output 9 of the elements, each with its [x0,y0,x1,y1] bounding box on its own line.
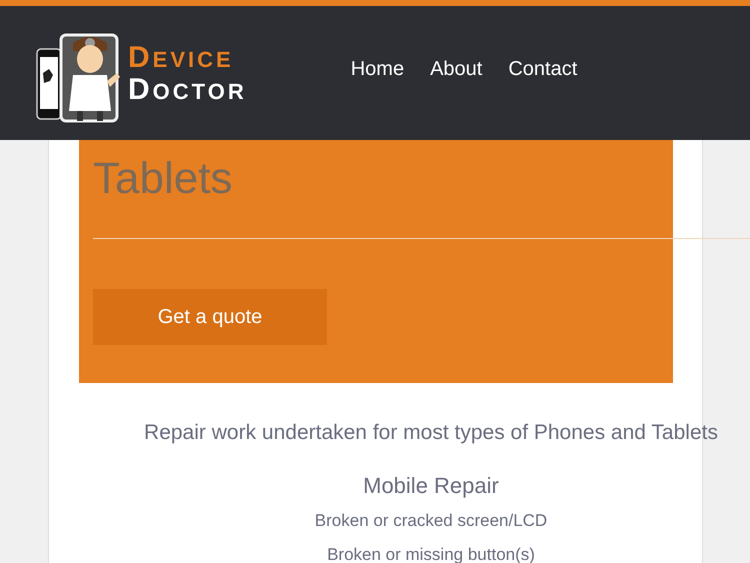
logo-text: DEVICE [128,44,235,74]
hero-heading: Tablets [93,154,234,204]
logo-text: DOCTOR [128,76,247,106]
nav-link[interactable]: Contact [508,58,578,80]
nav-link[interactable]: Home [350,58,404,80]
section-title: Mobile Repair [363,473,499,499]
intro-text: Repair work undertaken for most types of Phones and Tablets [144,421,718,445]
service-item: Broken or cracked screen/LCD [314,511,548,531]
nav-link[interactable]: About [430,58,482,80]
